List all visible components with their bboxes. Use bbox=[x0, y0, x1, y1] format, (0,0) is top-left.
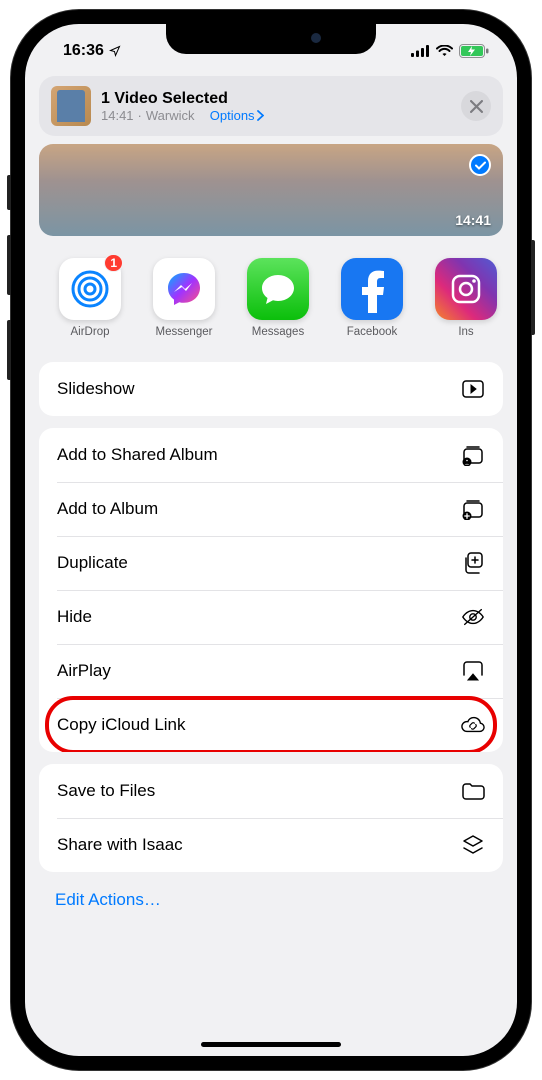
cloud-link-icon bbox=[461, 713, 485, 737]
app-instagram[interactable]: Ins bbox=[431, 258, 501, 338]
app-facebook[interactable]: Facebook bbox=[337, 258, 407, 338]
action-group-3: Save to Files Share with Isaac bbox=[39, 764, 503, 872]
selection-thumbnail bbox=[51, 86, 91, 126]
close-button[interactable] bbox=[461, 91, 491, 121]
instagram-icon bbox=[435, 258, 497, 320]
action-add-shared-album[interactable]: Add to Shared Album bbox=[39, 428, 503, 482]
selection-title: 1 Video Selected bbox=[101, 90, 451, 108]
cellular-icon bbox=[411, 45, 430, 57]
action-group-2: Add to Shared Album Add to Album Duplica… bbox=[39, 428, 503, 752]
action-airplay[interactable]: AirPlay bbox=[39, 644, 503, 698]
close-icon bbox=[470, 100, 483, 113]
action-group-1: Slideshow bbox=[39, 362, 503, 416]
folder-icon bbox=[461, 779, 485, 803]
app-messenger[interactable]: Messenger bbox=[149, 258, 219, 338]
airplay-icon bbox=[461, 659, 485, 683]
edit-actions-link[interactable]: Edit Actions… bbox=[25, 872, 517, 928]
wifi-icon bbox=[436, 45, 453, 57]
play-icon bbox=[461, 377, 485, 401]
share-sheet: 1 Video Selected 14:41 · Warwick Options bbox=[25, 68, 517, 1056]
airdrop-badge: 1 bbox=[104, 254, 123, 272]
preview-duration: 14:41 bbox=[455, 212, 491, 228]
battery-icon bbox=[459, 44, 489, 58]
share-apps-row: 1 AirDrop bbox=[25, 236, 517, 356]
status-time: 16:36 bbox=[63, 42, 121, 60]
hide-icon bbox=[461, 605, 485, 629]
duplicate-icon bbox=[461, 551, 485, 575]
action-slideshow[interactable]: Slideshow bbox=[39, 362, 503, 416]
action-hide[interactable]: Hide bbox=[39, 590, 503, 644]
messenger-icon bbox=[153, 258, 215, 320]
action-add-album[interactable]: Add to Album bbox=[39, 482, 503, 536]
chevron-right-icon bbox=[257, 110, 264, 121]
device-notch bbox=[166, 24, 376, 54]
shared-album-icon bbox=[461, 443, 485, 467]
messages-icon bbox=[247, 258, 309, 320]
stack-icon bbox=[461, 833, 485, 857]
add-album-icon bbox=[461, 497, 485, 521]
action-copy-icloud-link[interactable]: Copy iCloud Link bbox=[39, 698, 503, 752]
location-icon bbox=[109, 45, 121, 57]
action-share-with-isaac[interactable]: Share with Isaac bbox=[39, 818, 503, 872]
app-airdrop[interactable]: 1 AirDrop bbox=[55, 258, 125, 338]
selection-location: Warwick bbox=[146, 108, 195, 123]
media-preview[interactable]: 14:41 bbox=[39, 144, 503, 236]
facebook-icon bbox=[341, 258, 403, 320]
app-messages[interactable]: Messages bbox=[243, 258, 313, 338]
action-save-to-files[interactable]: Save to Files bbox=[39, 764, 503, 818]
options-link[interactable]: Options bbox=[210, 108, 264, 123]
selection-header: 1 Video Selected 14:41 · Warwick Options bbox=[39, 76, 503, 136]
selected-checkmark-icon bbox=[469, 154, 491, 176]
action-duplicate[interactable]: Duplicate bbox=[39, 536, 503, 590]
selection-duration: 14:41 bbox=[101, 108, 134, 123]
home-indicator[interactable] bbox=[201, 1042, 341, 1047]
